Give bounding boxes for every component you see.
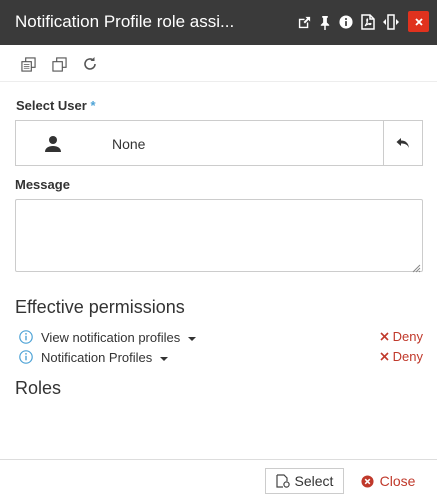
footer-close-button[interactable]: Close [352,468,424,494]
permission-label[interactable]: Notification Profiles [41,350,169,365]
info-icon[interactable] [336,12,356,32]
required-marker: * [90,98,96,113]
refresh-icon[interactable] [80,54,100,74]
user-icon [44,135,62,153]
pdf-icon[interactable] [358,12,378,32]
message-field[interactable] [15,199,423,272]
pin-icon[interactable] [315,12,335,32]
close-button[interactable] [408,11,429,32]
x-icon [380,352,389,361]
popout-icon[interactable] [294,12,314,32]
dialog-title: Notification Profile role assi... [15,12,235,31]
x-icon [380,332,389,341]
chevron-down-icon [160,356,169,361]
message-label: Message [15,177,70,192]
close-icon [414,17,423,26]
roles-title: Roles [15,378,62,398]
permission-row: Notification Profiles Deny [19,349,423,367]
close-circle-icon [361,474,374,488]
effective-permissions-title: Effective permissions [15,297,185,317]
info-circle-icon[interactable] [19,350,33,364]
selected-user-value: None [112,136,146,152]
select-user-field[interactable]: None [15,120,423,166]
copy-icon[interactable] [18,54,38,74]
dialog-footer: Select Close [0,459,437,496]
select-user-label: Select User * [16,98,96,113]
paste-icon[interactable] [49,54,69,74]
undo-icon [396,138,409,148]
deny-status: Deny [380,329,423,344]
resize-grip-icon[interactable] [411,260,421,273]
permission-label[interactable]: View notification profiles [41,330,197,345]
deny-status: Deny [380,349,423,364]
permission-row: View notification profiles Deny [19,329,423,347]
select-button[interactable]: Select [265,468,344,494]
select-icon [275,474,290,488]
toolbar [0,45,437,82]
info-circle-icon[interactable] [19,330,33,344]
reset-user-button[interactable] [383,121,422,165]
chevron-down-icon [188,336,197,341]
dialog-titlebar: Notification Profile role assi... [0,0,437,45]
resize-width-icon[interactable] [381,12,401,32]
